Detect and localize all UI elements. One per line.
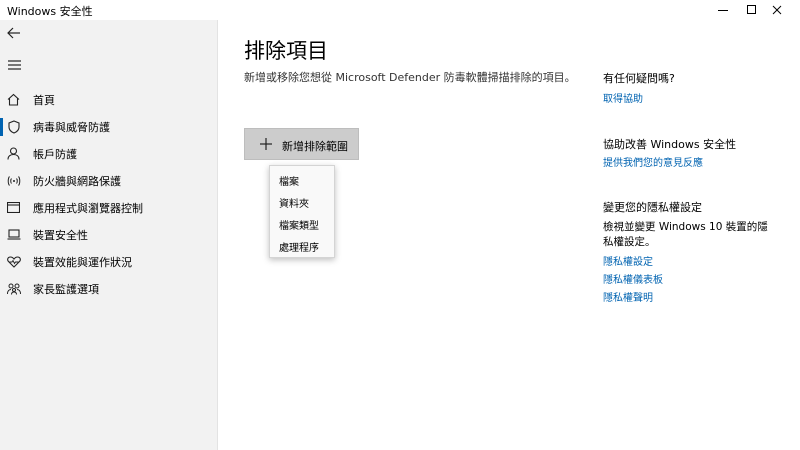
sidebar-item-firewall[interactable]: 防火牆與網路保護 — [0, 167, 217, 194]
sidebar-item-label: 帳戶防護 — [33, 148, 77, 161]
family-icon — [6, 281, 21, 296]
close-icon — [772, 5, 782, 15]
shield-icon — [6, 119, 21, 134]
sidebar-item-label: 防火牆與網路保護 — [33, 175, 121, 188]
sidebar-item-label: 裝置效能與運作狀況 — [33, 256, 132, 269]
back-button[interactable] — [6, 25, 22, 41]
get-help-link[interactable]: 取得協助 — [603, 90, 643, 105]
wifi-icon — [6, 173, 21, 188]
sidebar-nav: 首頁 病毒與威脅防護 帳戶防護 防火牆與網路保護 應用程式與瀏覽器控制 裝置安全… — [0, 86, 217, 302]
home-icon — [6, 92, 21, 107]
menu-item-file-type[interactable]: 檔案類型 — [279, 217, 319, 232]
privacy-text: 檢視並變更 Windows 10 裝置的隱私權設定。 — [603, 221, 768, 248]
hamburger-icon — [7, 60, 21, 70]
help-heading: 有任何疑問嗎? — [603, 72, 675, 85]
add-exclusion-label: 新增排除範圍 — [282, 140, 348, 153]
sidebar-item-account-protection[interactable]: 帳戶防護 — [0, 140, 217, 167]
sidebar-item-home[interactable]: 首頁 — [0, 86, 217, 113]
feedback-link[interactable]: 提供我們您的意見反應 — [603, 154, 703, 169]
privacy-heading: 變更您的隱私權設定 — [603, 201, 702, 214]
plus-icon — [260, 138, 272, 150]
sidebar-item-label: 應用程式與瀏覽器控制 — [33, 202, 143, 215]
sidebar-item-device-security[interactable]: 裝置安全性 — [0, 221, 217, 248]
sidebar-item-label: 家長監護選項 — [33, 283, 99, 296]
page-title: 排除項目 — [244, 39, 328, 63]
privacy-statement-link[interactable]: 隱私權聲明 — [603, 289, 653, 304]
person-icon — [6, 146, 21, 161]
sidebar-item-family-options[interactable]: 家長監護選項 — [0, 275, 217, 302]
back-arrow-icon — [7, 27, 20, 39]
laptop-icon — [6, 227, 21, 242]
sidebar-item-label: 裝置安全性 — [33, 229, 88, 242]
hamburger-menu-button[interactable] — [6, 57, 22, 73]
selected-indicator — [0, 118, 3, 136]
sidebar-item-label: 病毒與威脅防護 — [33, 121, 110, 134]
menu-item-folder[interactable]: 資料夾 — [279, 195, 309, 210]
improve-heading: 協助改善 Windows 安全性 — [603, 138, 737, 151]
app-window-icon — [6, 200, 21, 215]
privacy-dashboard-link[interactable]: 隱私權儀表板 — [603, 271, 663, 286]
sidebar-item-virus-protection[interactable]: 病毒與威脅防護 — [0, 113, 217, 140]
page-description: 新增或移除您想從 Microsoft Defender 防毒軟體掃描排除的項目。 — [244, 71, 576, 84]
menu-item-process[interactable]: 處理程序 — [279, 239, 319, 254]
sidebar-item-device-performance[interactable]: 裝置效能與運作狀況 — [0, 248, 217, 275]
close-button[interactable] — [754, 0, 800, 20]
sidebar-item-label: 首頁 — [33, 94, 55, 107]
window-title: Windows 安全性 — [7, 5, 93, 18]
heart-icon — [6, 254, 21, 269]
menu-item-file[interactable]: 檔案 — [279, 173, 299, 188]
title-bar: Windows 安全性 — [0, 0, 800, 20]
add-exclusion-button[interactable]: 新增排除範圍 — [244, 128, 359, 160]
sidebar-item-app-browser-control[interactable]: 應用程式與瀏覽器控制 — [0, 194, 217, 221]
minimize-icon — [718, 10, 728, 11]
sidebar: 首頁 病毒與威脅防護 帳戶防護 防火牆與網路保護 應用程式與瀏覽器控制 裝置安全… — [0, 20, 218, 450]
privacy-settings-link[interactable]: 隱私權設定 — [603, 253, 653, 268]
exclusion-type-menu: 檔案 資料夾 檔案類型 處理程序 — [269, 165, 335, 258]
